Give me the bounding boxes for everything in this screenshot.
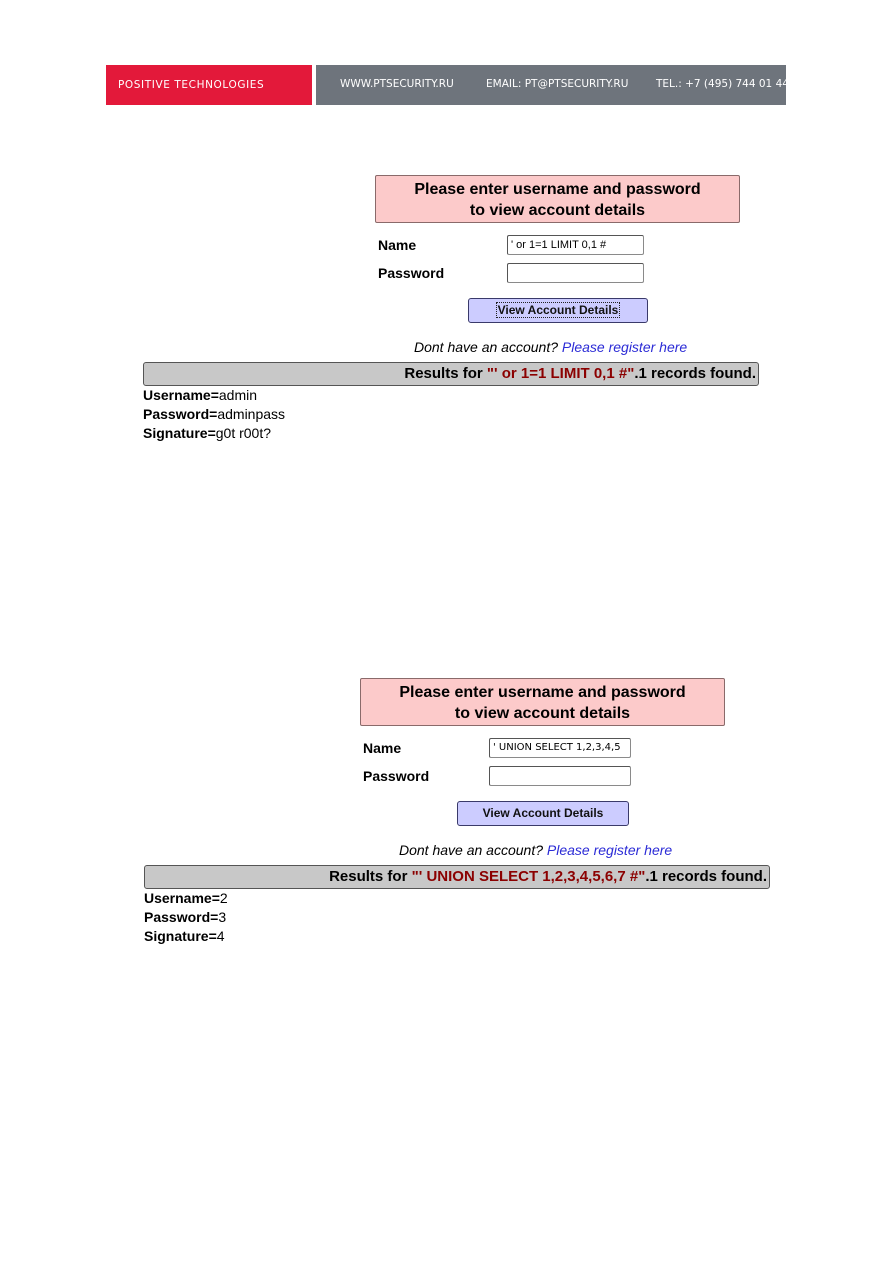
prompt-line-1: Please enter username and password [414, 181, 701, 198]
name-label: Name [363, 740, 402, 756]
email-text: EMAIL: PT@PTSECURITY.RU [486, 78, 629, 90]
record-username: Username=2 [144, 890, 228, 906]
password-label: Password [378, 265, 445, 281]
button-label: View Account Details [482, 806, 604, 820]
login-prompt: Please enter username and password to vi… [360, 678, 725, 726]
record-value: 2 [219, 890, 228, 906]
prompt-line-1: Please enter username and password [399, 684, 686, 701]
record-password: Password=adminpass [143, 406, 285, 422]
record-label: Password= [144, 909, 219, 925]
password-label: Password [363, 768, 430, 784]
results-query: "' UNION SELECT 1,2,3,4,5,6,7 #" [411, 868, 646, 885]
contact-bar: WWW.PTSECURITY.RU EMAIL: PT@PTSECURITY.R… [316, 65, 789, 105]
record-value: 4 [216, 928, 225, 944]
record-password: Password=3 [144, 909, 226, 925]
record-username: Username=admin [143, 387, 257, 403]
results-count: .1 records found. [645, 868, 767, 885]
record-value: g0t r00t? [215, 425, 272, 441]
record-signature: Signature=4 [144, 928, 225, 944]
register-text: Dont have an account? [399, 842, 543, 858]
prompt-line-2: to view account details [469, 202, 646, 219]
button-label: View Account Details [495, 302, 621, 318]
record-value: adminpass [217, 406, 286, 422]
login-prompt: Please enter username and password to vi… [375, 175, 740, 223]
website-text: WWW.PTSECURITY.RU [340, 78, 454, 90]
register-prompt: Dont have an account? Please register he… [399, 842, 672, 858]
view-account-details-button[interactable]: View Account Details [468, 298, 648, 323]
register-prompt: Dont have an account? Please register he… [414, 339, 687, 355]
results-query: "' or 1=1 LIMIT 0,1 #" [486, 365, 635, 382]
register-link[interactable]: Please register here [547, 842, 672, 858]
record-value: 3 [218, 909, 227, 925]
phone-text: TEL.: +7 (495) 744 01 44 [656, 78, 789, 90]
record-label: Signature= [143, 425, 216, 441]
prompt-line-2: to view account details [454, 705, 631, 722]
record-label: Username= [144, 890, 220, 906]
record-label: Username= [143, 387, 219, 403]
record-signature: Signature=g0t r00t? [143, 425, 271, 441]
record-value: admin [218, 387, 258, 403]
register-text: Dont have an account? [414, 339, 558, 355]
view-account-details-button[interactable]: View Account Details [457, 801, 629, 826]
header-banner: POSITIVE TECHNOLOGIES WWW.PTSECURITY.RU … [106, 65, 789, 105]
brand-logo: POSITIVE TECHNOLOGIES [106, 65, 312, 105]
name-input[interactable]: ' UNION SELECT 1,2,3,4,5 [489, 738, 631, 758]
name-label: Name [378, 237, 417, 253]
password-input[interactable] [507, 263, 644, 283]
results-bar: Results for "' or 1=1 LIMIT 0,1 #".1 rec… [143, 362, 759, 386]
register-link[interactable]: Please register here [562, 339, 687, 355]
results-prefix: Results for [329, 868, 412, 885]
results-bar: Results for "' UNION SELECT 1,2,3,4,5,6,… [144, 865, 770, 889]
results-prefix: Results for [404, 365, 487, 382]
record-label: Password= [143, 406, 218, 422]
record-label: Signature= [144, 928, 217, 944]
name-input[interactable]: ' or 1=1 LIMIT 0,1 # [507, 235, 644, 255]
results-count: .1 records found. [634, 365, 756, 382]
password-input[interactable] [489, 766, 631, 786]
